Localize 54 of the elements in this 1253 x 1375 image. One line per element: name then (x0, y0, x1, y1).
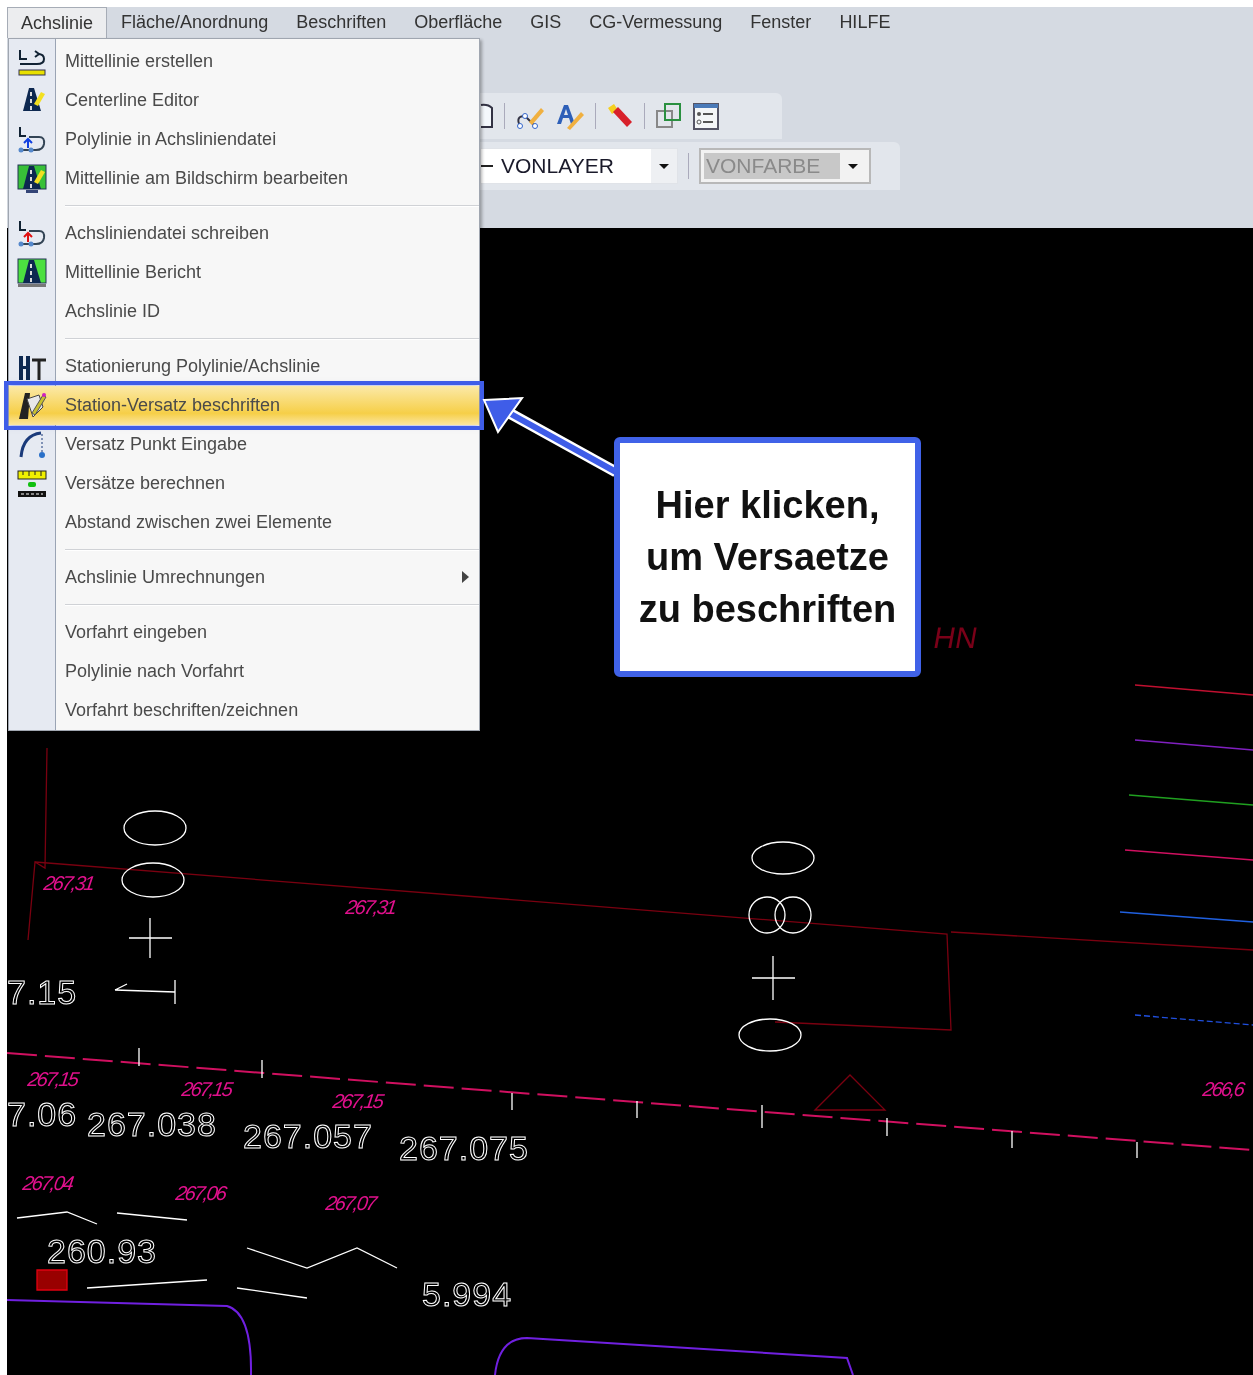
menu-item[interactable]: Mittellinie am Bildschirm bearbeiten (9, 159, 479, 198)
callout-text: Hier klicken, um Versaetze zu beschriften (637, 483, 898, 632)
text-pencil-icon[interactable] (555, 102, 585, 130)
submenu-arrow-icon (462, 571, 469, 583)
menu-item[interactable]: Achsliniendatei schreiben (9, 214, 479, 253)
menu-item[interactable]: Achslinie ID (9, 292, 479, 331)
menu-item[interactable]: Polylinie in Achsliniendatei (9, 120, 479, 159)
menu-item[interactable]: Polylinie nach Vorfahrt (9, 652, 479, 691)
menu-bar-item[interactable]: HILFE (825, 7, 905, 38)
menu-bar-item[interactable]: CG-Vermessung (575, 7, 737, 38)
marker-icon[interactable] (606, 102, 634, 130)
cad-label: 5.994 (422, 1275, 513, 1313)
cad-label: 267,15 (331, 1090, 384, 1112)
cad-label: 267,15 (180, 1078, 233, 1100)
cad-label: 267,04 (21, 1172, 74, 1194)
menu-bar-item[interactable]: Oberfläche (400, 7, 517, 38)
menu-bar-item[interactable]: GIS (516, 7, 576, 38)
cad-label: HN (930, 621, 981, 654)
menu-item[interactable]: Vorfahrt eingeben (9, 613, 479, 652)
menu-item[interactable]: Versatz Punkt Eingabe (9, 425, 479, 464)
cad-label: 267,07 (324, 1192, 377, 1214)
polyline-arrow-icon (17, 218, 47, 249)
cad-label: 260.93 (47, 1232, 157, 1270)
monitor-road-icon (17, 163, 47, 194)
menu-bar-item[interactable]: Achslinie (7, 7, 108, 38)
menu-bar-item[interactable]: Beschriften (282, 7, 401, 38)
menu-bar-item[interactable]: Fenster (736, 7, 826, 38)
cad-label: 267,31 (344, 896, 397, 918)
menu-item[interactable]: Achslinie Umrechnungen (9, 558, 479, 597)
polyline-arrow-icon (17, 124, 47, 155)
linetype-dropdown[interactable]: VONLAYER (480, 148, 678, 184)
menu-item[interactable]: Abstand zwischen zwei Elemente (9, 503, 479, 542)
cad-label: 267.075 (399, 1129, 529, 1167)
cad-label: 267,06 (174, 1182, 227, 1204)
cad-label: 267.038 (87, 1105, 217, 1143)
list-window-icon[interactable] (693, 102, 719, 130)
overlapping-squares-icon[interactable] (655, 102, 683, 130)
menu-item[interactable]: Stationierung Polylinie/Achslinie (9, 347, 479, 386)
menu-item[interactable]: Mittellinie erstellen (9, 42, 479, 81)
menu-bar-item[interactable]: Fläche/Anordnung (107, 7, 283, 38)
menu-item[interactable]: Mittellinie Bericht (9, 253, 479, 292)
cad-label: 267,15 (26, 1068, 79, 1090)
menu-item[interactable]: Versätze berechnen (9, 464, 479, 503)
cad-label: 7.06 (7, 1095, 78, 1133)
cad-label: 266,6 (1201, 1078, 1245, 1100)
road-pencil-icon (17, 390, 47, 421)
cad-label: 267.057 (243, 1117, 373, 1155)
cad-label: 267,31 (42, 872, 95, 894)
cad-label: 7.15 (7, 973, 78, 1011)
road-icon (17, 257, 47, 288)
menu-item[interactable]: Centerline Editor (9, 81, 479, 120)
menu-item[interactable]: Vorfahrt beschriften/zeichnen (9, 691, 479, 730)
arc-point-icon (17, 429, 47, 460)
offset-ruler-icon (17, 468, 47, 499)
